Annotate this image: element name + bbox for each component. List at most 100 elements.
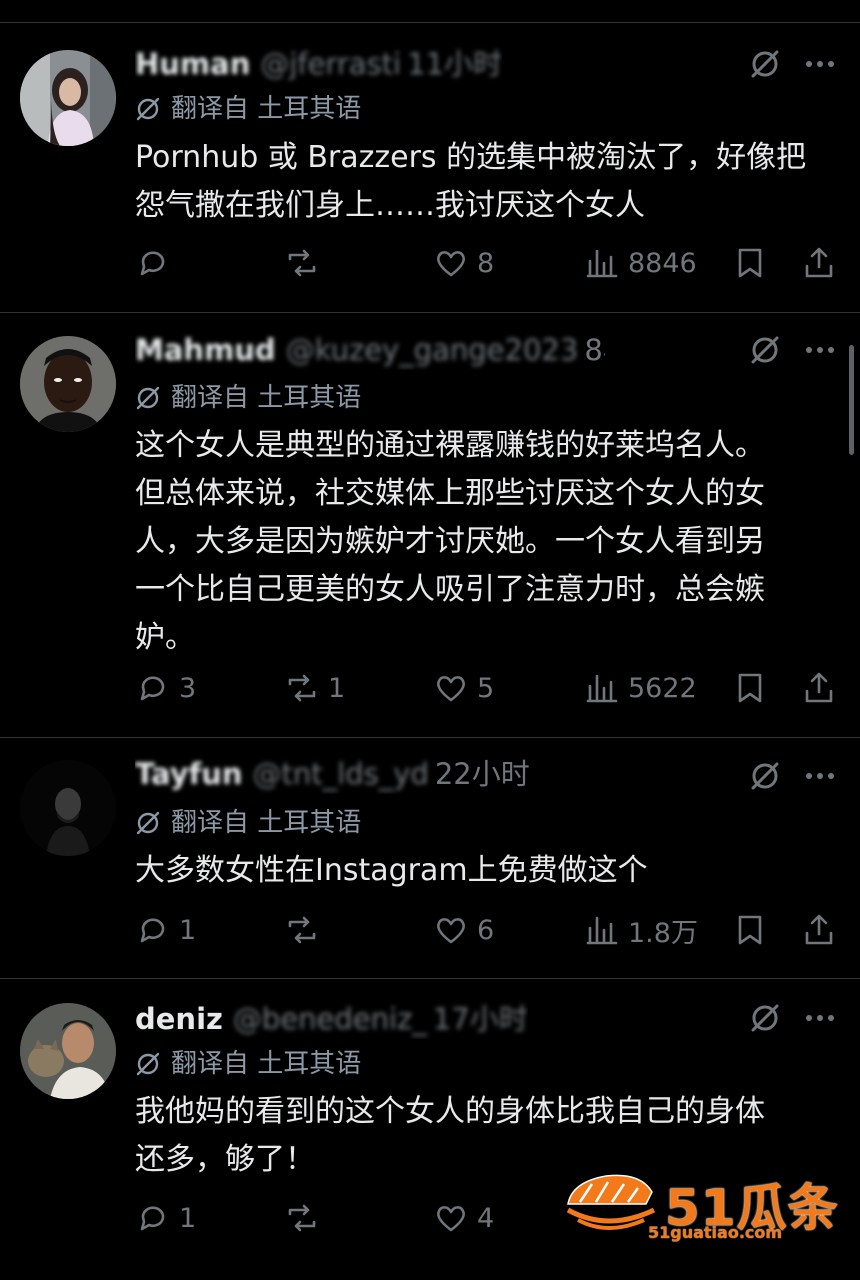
repost-button[interactable]: [284, 1193, 328, 1243]
like-button[interactable]: 4: [433, 1193, 494, 1243]
reply-count: 1: [179, 1202, 197, 1234]
user-handle[interactable]: @jferrasti: [260, 47, 401, 81]
grok-icon[interactable]: [748, 759, 782, 793]
grok-icon[interactable]: [748, 47, 782, 81]
post-header: Tayfun @tnt_lds_yd 22小时: [135, 754, 530, 794]
avatar-photo: [20, 1003, 116, 1099]
translated-text: 翻译自 土耳其语: [171, 1049, 362, 1079]
like-icon: [437, 676, 465, 702]
repost-count: 1: [328, 672, 346, 704]
post-header: Mahmud @kuzey_gange20238小时: [135, 330, 605, 370]
more-icon[interactable]: [800, 333, 840, 367]
repost-button[interactable]: [284, 238, 328, 288]
share-icon: [805, 914, 833, 945]
user-handle[interactable]: @tnt_lds_yd: [253, 757, 429, 791]
avatar[interactable]: [20, 336, 116, 432]
post-time[interactable]: 11小时: [407, 47, 502, 81]
post-actions: 3 1 5 5622: [0, 663, 860, 713]
post-time[interactable]: 22小时: [435, 757, 530, 791]
user-handle[interactable]: @kuzey_gange2023: [286, 333, 579, 367]
post-header: deniz @benedeniz_ 17小时: [135, 999, 528, 1039]
reply-icon: [140, 676, 165, 701]
watermark-url: 51guatiao.com: [648, 1223, 783, 1242]
reply-button[interactable]: 1: [135, 905, 196, 955]
avatar[interactable]: [20, 50, 116, 146]
like-button[interactable]: 5: [433, 663, 494, 713]
like-button[interactable]: 8: [433, 238, 494, 288]
display-name[interactable]: Mahmud: [135, 333, 276, 367]
post-divider: [0, 22, 860, 23]
reply-button[interactable]: [135, 238, 179, 288]
reply-icon: [140, 918, 165, 943]
like-icon: [437, 918, 465, 944]
translated-label[interactable]: 翻译自 土耳其语: [135, 380, 361, 416]
repost-button[interactable]: 1: [284, 663, 345, 713]
bookmark-button[interactable]: [732, 238, 768, 288]
repost-button[interactable]: [284, 905, 328, 955]
display-name[interactable]: deniz: [135, 1002, 223, 1036]
translated-label[interactable]: 翻译自 土耳其语: [135, 805, 361, 841]
reply-button[interactable]: 1: [135, 1193, 196, 1243]
post-header: Human @jferrasti 11小时: [135, 44, 502, 84]
share-icon: [805, 247, 833, 278]
repost-icon: [288, 916, 316, 944]
bookmark-icon: [738, 673, 762, 703]
translated-text: 翻译自 土耳其语: [171, 383, 362, 413]
display-name[interactable]: Tayfun: [135, 757, 243, 791]
share-button[interactable]: [801, 663, 837, 713]
repost-icon: [288, 249, 316, 277]
reply-button[interactable]: 3: [135, 663, 196, 713]
views-button[interactable]: 1.8万: [584, 905, 698, 955]
more-icon[interactable]: [800, 1001, 840, 1035]
avatar[interactable]: [20, 1003, 116, 1099]
like-icon: [437, 251, 465, 277]
reply-count: 1: [179, 914, 197, 946]
post-text: 这个女人是典型的通过裸露赚钱的好莱坞名人。 但总体来说，社交媒体上那些讨厌这个女…: [135, 428, 765, 655]
views-icon: [586, 249, 618, 278]
share-button[interactable]: [801, 905, 837, 955]
share-icon: [805, 672, 833, 703]
translated-text: 翻译自 土耳其语: [171, 808, 362, 838]
post-actions: 1 6 1.8万: [0, 905, 860, 955]
translate-icon: [136, 386, 160, 410]
bookmark-icon: [738, 915, 762, 945]
translated-label[interactable]: 翻译自 土耳其语: [135, 91, 361, 127]
views-icon: [586, 674, 618, 703]
views-count: 8846: [628, 247, 697, 279]
grok-icon[interactable]: [748, 333, 782, 367]
like-count: 8: [477, 247, 495, 279]
views-icon: [586, 916, 618, 945]
post-actions: 8 8846: [0, 238, 860, 288]
grok-icon[interactable]: [748, 1001, 782, 1035]
like-count: 6: [477, 914, 495, 946]
post-divider: [0, 978, 860, 979]
bookmark-button[interactable]: [732, 905, 768, 955]
reply-icon: [140, 1206, 165, 1231]
avatar[interactable]: [20, 760, 116, 856]
views-count: 1.8万: [628, 917, 698, 949]
avatar-photo: [20, 336, 116, 432]
like-button[interactable]: 6: [433, 905, 494, 955]
share-button[interactable]: [801, 238, 837, 288]
more-icon[interactable]: [800, 759, 840, 793]
like-count: 5: [477, 672, 495, 704]
scrollbar-thumb[interactable]: [849, 345, 854, 455]
post-time[interactable]: 17小时: [433, 1002, 528, 1036]
translated-label[interactable]: 翻译自 土耳其语: [135, 1046, 361, 1082]
like-icon: [437, 1206, 465, 1232]
translate-icon: [136, 97, 160, 121]
views-count: 5622: [628, 672, 697, 704]
more-icon[interactable]: [800, 47, 840, 81]
display-name[interactable]: Human: [135, 47, 250, 81]
post-text: 大多数女性在Instagram上免费做这个: [135, 853, 648, 888]
bookmark-button[interactable]: [732, 663, 768, 713]
views-button[interactable]: 8846: [584, 238, 697, 288]
translate-icon: [136, 811, 160, 835]
avatar-photo: [20, 50, 116, 146]
repost-icon: [288, 1204, 316, 1232]
translate-icon: [136, 1052, 160, 1076]
views-button[interactable]: 5622: [584, 663, 697, 713]
user-handle[interactable]: @benedeniz_: [233, 1002, 427, 1036]
post-time[interactable]: 8小时: [584, 333, 605, 367]
reply-count: 3: [179, 672, 197, 704]
